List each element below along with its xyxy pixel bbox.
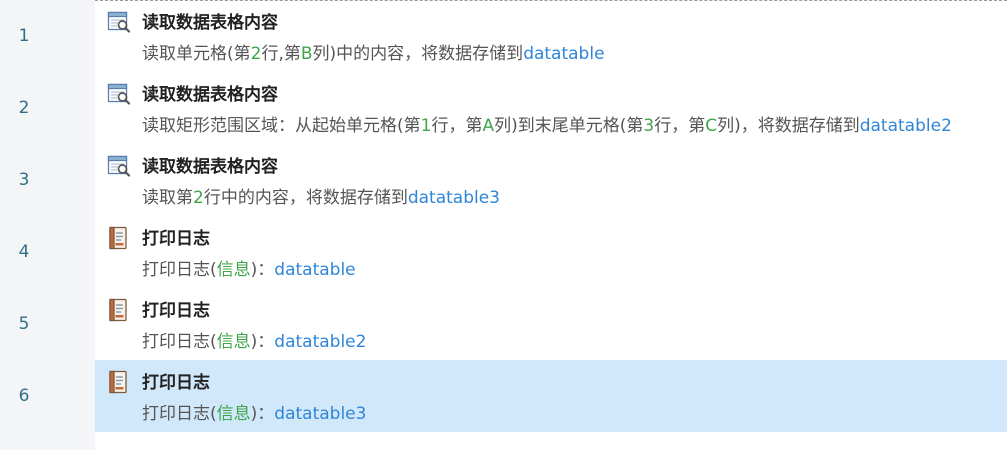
step-row[interactable]: 3 读取数据表格内容 读取第2行中的内容，将数据存储到datatable3 xyxy=(0,144,1007,216)
description-text: 列)中的内容，将数据存储到 xyxy=(312,44,524,64)
step-row[interactable]: 1 读取数据表格内容 读取单元格(第2行,第B列)中的内容，将数据存储到datat… xyxy=(0,0,1007,72)
step-description: 读取单元格(第2行,第B列)中的内容，将数据存储到datatable xyxy=(142,39,605,64)
description-text: )： xyxy=(250,404,275,424)
log-book-icon xyxy=(107,226,131,250)
parameter-token: 3 xyxy=(643,116,655,136)
step-row[interactable]: 5 打印日志打印日志(信息)：datatable2 xyxy=(0,288,1007,360)
step-body[interactable]: 读取数据表格内容 读取单元格(第2行,第B列)中的内容，将数据存储到datatab… xyxy=(95,0,1007,72)
step-description: 打印日志(信息)：datatable3 xyxy=(142,399,366,424)
step-number: 2 xyxy=(18,98,30,118)
parameter-token: 信息 xyxy=(216,404,251,424)
description-text: 行，第 xyxy=(654,116,706,136)
description-text: 列)到末尾单元格(第 xyxy=(494,116,644,136)
parameter-token: 2 xyxy=(250,44,262,64)
step-description: 打印日志(信息)：datatable2 xyxy=(142,327,366,352)
step-body[interactable]: 打印日志打印日志(信息)：datatable2 xyxy=(95,288,1007,360)
step-number: 3 xyxy=(18,170,30,190)
read-table-icon xyxy=(107,82,131,106)
parameter-token: B xyxy=(300,44,313,64)
description-text: 打印日志( xyxy=(142,332,217,352)
variable-token: datatable xyxy=(523,44,605,64)
log-book-icon xyxy=(107,298,131,322)
step-body[interactable]: 读取数据表格内容 读取第2行中的内容，将数据存储到datatable3 xyxy=(95,144,1007,216)
step-number: 6 xyxy=(18,386,30,406)
step-row[interactable]: 4 打印日志打印日志(信息)：datatable xyxy=(0,216,1007,288)
step-title: 读取数据表格内容 xyxy=(142,13,278,33)
description-text: 打印日志( xyxy=(142,260,217,280)
variable-token: datatable3 xyxy=(407,188,500,208)
step-body[interactable]: 打印日志打印日志(信息)：datatable3 xyxy=(95,360,1007,432)
read-table-icon xyxy=(107,154,131,178)
description-text: 读取矩形范围区域：从起始单元格(第 xyxy=(142,116,421,136)
step-title: 打印日志 xyxy=(142,229,210,249)
variable-token: datatable xyxy=(274,260,356,280)
log-book-icon xyxy=(107,370,131,394)
step-number: 1 xyxy=(18,26,30,46)
description-text: 列)，将数据存储到 xyxy=(717,116,860,136)
description-text: 行,第 xyxy=(261,44,301,64)
step-title: 读取数据表格内容 xyxy=(142,85,278,105)
variable-token: datatable3 xyxy=(274,404,367,424)
step-title: 打印日志 xyxy=(142,373,210,393)
step-body[interactable]: 读取数据表格内容 读取矩形范围区域：从起始单元格(第1行，第A列)到末尾单元格(第… xyxy=(95,72,1007,144)
step-title: 读取数据表格内容 xyxy=(142,157,278,177)
step-list: 1 读取数据表格内容 读取单元格(第2行,第B列)中的内容，将数据存储到datat… xyxy=(0,0,1007,432)
step-description: 打印日志(信息)：datatable xyxy=(142,255,356,280)
read-table-icon xyxy=(107,10,131,34)
step-row[interactable]: 2 读取数据表格内容 读取矩形范围区域：从起始单元格(第1行，第A列)到末尾单元格… xyxy=(0,72,1007,144)
variable-token: datatable2 xyxy=(859,116,952,136)
description-text: 读取第 xyxy=(142,188,193,208)
step-number: 5 xyxy=(18,314,30,334)
step-description: 读取第2行中的内容，将数据存储到datatable3 xyxy=(142,183,500,208)
step-title: 打印日志 xyxy=(142,301,210,321)
description-text: )： xyxy=(250,260,275,280)
parameter-token: 信息 xyxy=(216,332,251,352)
step-body[interactable]: 打印日志打印日志(信息)：datatable xyxy=(95,216,1007,288)
parameter-token: A xyxy=(482,116,495,136)
parameter-token: 2 xyxy=(193,188,204,208)
parameter-token: C xyxy=(705,116,718,136)
description-text: 行，第 xyxy=(431,116,483,136)
description-text: 打印日志( xyxy=(142,404,217,424)
variable-token: datatable2 xyxy=(274,332,367,352)
parameter-token: 1 xyxy=(420,116,432,136)
step-number: 4 xyxy=(18,242,30,262)
step-description: 读取矩形范围区域：从起始单元格(第1行，第A列)到末尾单元格(第3行，第C列)，… xyxy=(142,111,952,136)
description-text: 读取单元格(第 xyxy=(142,44,251,64)
step-row[interactable]: 6 打印日志打印日志(信息)：datatable3 xyxy=(0,360,1007,432)
description-text: )： xyxy=(250,332,275,352)
parameter-token: 信息 xyxy=(216,260,251,280)
description-text: 行中的内容，将数据存储到 xyxy=(203,188,408,208)
